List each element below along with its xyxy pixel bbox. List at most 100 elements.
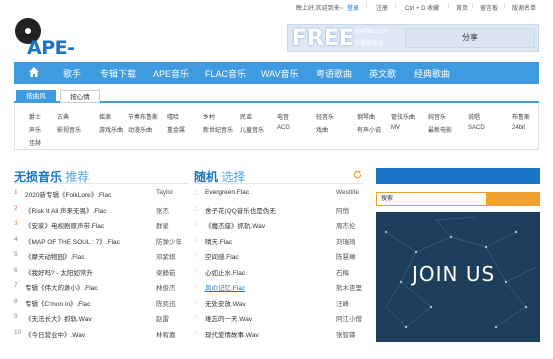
genre-tag[interactable]: 纯音乐 xyxy=(428,112,446,121)
album-title[interactable]: 《摩天动物园》.Flac xyxy=(25,251,85,261)
nav-item-cantonese[interactable]: 粤语歌曲 xyxy=(316,67,352,80)
list-item[interactable]: 4 《MAP OF THE SOUL : 7》.Flac 防弹少年 xyxy=(14,236,189,250)
nav-item-singers[interactable]: 歌手 xyxy=(63,67,81,80)
list-item[interactable]: ∴ 《魔杰座》抓轨.Wav 周杰伦 xyxy=(194,220,369,234)
genre-tag[interactable]: 民谣 xyxy=(240,112,252,121)
album-title[interactable]: 2020新专辑《FolkLore》.Flac xyxy=(25,189,111,199)
song-title[interactable]: 空间感.Flac xyxy=(205,251,239,261)
nav-item-album-download[interactable]: 专辑下载 xyxy=(100,67,136,80)
song-title[interactable]: 《魔杰座》抓轨.Wav xyxy=(205,220,265,230)
genre-tag[interactable]: 嘻哈 xyxy=(167,112,179,121)
genre-tag[interactable]: 儿童音乐 xyxy=(240,125,264,134)
genre-tag[interactable]: 有声小说 xyxy=(357,125,381,134)
genre-tag[interactable]: 管弦乐曲 xyxy=(391,112,415,121)
list-item[interactable]: ∴ 舍子花(QQ音乐也是伪无 阿悄 xyxy=(194,205,369,219)
song-title[interactable]: 心如止水.Flac xyxy=(205,267,245,277)
list-item[interactable]: ∴ 现代爱情故事.Wav 张智霖 xyxy=(194,329,369,343)
genre-tag[interactable]: 新世纪音乐 xyxy=(203,125,233,134)
list-item[interactable]: 3 《安家》电视剧原声带.Flac 群星 xyxy=(14,220,189,234)
genre-tag[interactable]: 爵士 xyxy=(29,112,41,121)
list-item[interactable]: 2 《Risk It All 声来无畏》.Flac 张杰 xyxy=(14,205,189,219)
genre-tag[interactable]: 摇滚 xyxy=(99,112,111,121)
nav-item-flac[interactable]: FLAC音乐 xyxy=(205,67,246,80)
nav-item-wav[interactable]: WAV音乐 xyxy=(261,67,299,80)
artist-name[interactable]: 石梅 xyxy=(336,267,349,277)
list-item[interactable]: 5 《摩天动物园》.Flac 邓紫棋 xyxy=(14,251,189,265)
artist-name[interactable]: 群星 xyxy=(156,220,169,230)
album-title[interactable]: 《Risk It All 声来无畏》.Flac xyxy=(25,205,107,215)
list-item[interactable]: ∴ 难忘的一天.Wav 阿江小僧 xyxy=(194,313,369,327)
genre-tag[interactable]: 说唱 xyxy=(468,112,480,121)
album-title[interactable]: 专辑《伟大的渺小》.Flac xyxy=(25,282,98,292)
album-title[interactable]: 专辑《C'mon in》.Flac xyxy=(25,298,91,308)
artist-name[interactable]: 张智霖 xyxy=(336,329,356,339)
genre-tag[interactable]: 24bit xyxy=(512,125,525,131)
refresh-icon[interactable] xyxy=(353,170,362,179)
nav-item-ape[interactable]: APE音乐 xyxy=(153,67,189,80)
album-title[interactable]: 《安家》电视剧原声带.Flac xyxy=(25,220,104,230)
song-title[interactable]: 风の记忆.Flac xyxy=(205,282,245,292)
genre-tag[interactable]: MV xyxy=(391,125,400,131)
ban-list-link[interactable]: 版谢名单 xyxy=(512,3,536,12)
genre-tag[interactable]: 电音 xyxy=(277,112,289,121)
genre-tag[interactable]: 戏曲 xyxy=(316,125,328,134)
join-us-banner[interactable]: JOIN US xyxy=(376,212,540,342)
genre-tag[interactable]: 布鲁斯 xyxy=(512,112,530,121)
album-title[interactable]: 《今日营业中》.Wav xyxy=(25,329,85,339)
artist-name[interactable]: 张杰 xyxy=(156,205,169,215)
album-title[interactable]: 《我好吗? - 太阳如常升 xyxy=(25,267,93,277)
home-icon[interactable] xyxy=(28,66,40,78)
song-title[interactable]: 舍子花(QQ音乐也是伪无 xyxy=(205,205,276,215)
login-link[interactable]: 登录 xyxy=(347,3,359,12)
artist-name[interactable]: 梁静茹 xyxy=(156,267,176,277)
genre-tag[interactable]: 声乐 xyxy=(29,125,41,134)
list-item[interactable]: 10 《今日营业中》.Wav 林宥嘉 xyxy=(14,329,189,343)
genre-tag[interactable]: 动漫乐曲 xyxy=(128,125,152,134)
song-title[interactable]: Evergreen.Flac xyxy=(205,189,249,196)
artist-name[interactable]: 熊木杏里 xyxy=(336,282,362,292)
genre-tag[interactable]: SACD xyxy=(468,125,485,131)
genre-tag[interactable]: 节奏布鲁斯 xyxy=(128,112,158,121)
genre-tag[interactable]: 轻音乐 xyxy=(316,112,334,121)
tab-by-genre[interactable]: 按曲风 xyxy=(16,90,56,103)
tab-by-mood[interactable]: 按心情 xyxy=(60,90,100,103)
genre-tag[interactable]: 佳赫 xyxy=(29,138,41,147)
song-title[interactable]: 难忘的一天.Wav xyxy=(205,313,252,323)
artist-name[interactable]: 陈慧琳 xyxy=(336,251,356,261)
song-title[interactable]: 晴天.Flac xyxy=(205,236,232,246)
album-title[interactable]: 《MAP OF THE SOUL : 7》.Flac xyxy=(25,236,120,246)
genre-tag[interactable]: 乡村 xyxy=(203,112,215,121)
list-item[interactable]: ∴ 心如止水.Flac 石梅 xyxy=(194,267,369,281)
nav-item-english[interactable]: 英文歌 xyxy=(369,67,396,80)
album-title[interactable]: 《无法长大》抓轨.Wav xyxy=(25,313,92,323)
artist-name[interactable]: 阿悄 xyxy=(336,205,349,215)
artist-name[interactable]: 林俊杰 xyxy=(156,282,176,292)
list-item[interactable]: ∴ 空间感.Flac 陈慧琳 xyxy=(194,251,369,265)
bookmark-link[interactable]: Ctrl + D 收藏 xyxy=(405,3,439,12)
list-item[interactable]: ∴ Evergreen.Flac Westlife xyxy=(194,189,369,203)
artist-name[interactable]: 刘瑞琦 xyxy=(336,236,356,246)
genre-tag[interactable]: 影视音乐 xyxy=(57,125,81,134)
share-button[interactable]: 分享 xyxy=(405,28,535,48)
artist-name[interactable]: 林宥嘉 xyxy=(156,329,176,339)
list-item[interactable]: 8 专辑《C'mon in》.Flac 陈奕迅 xyxy=(14,298,189,312)
genre-tag[interactable]: 重金属 xyxy=(167,125,185,134)
home-link[interactable]: 首页 xyxy=(456,3,468,12)
search-button[interactable] xyxy=(486,192,540,206)
artist-name[interactable]: Westlife xyxy=(336,189,359,196)
artist-name[interactable]: 陈奕迅 xyxy=(156,298,176,308)
genre-tag[interactable]: ACG xyxy=(277,125,290,131)
list-item[interactable]: ∴ 晴天.Flac 刘瑞琦 xyxy=(194,236,369,250)
list-item[interactable]: 1 2020新专辑《FolkLore》.Flac Taylor xyxy=(14,189,189,203)
nav-item-classics[interactable]: 经典歌曲 xyxy=(414,67,450,80)
artist-name[interactable]: 赵雷 xyxy=(156,313,169,323)
genre-tag[interactable]: 最新电影 xyxy=(428,125,452,134)
song-title[interactable]: 现代爱情故事.Wav xyxy=(205,329,259,339)
artist-name[interactable]: 邓紫棋 xyxy=(156,251,176,261)
artist-name[interactable]: 防弹少年 xyxy=(156,236,182,246)
artist-name[interactable]: 阿江小僧 xyxy=(336,313,362,323)
artist-name[interactable]: Taylor xyxy=(156,189,173,196)
list-item[interactable]: 7 专辑《伟大的渺小》.Flac 林俊杰 xyxy=(14,282,189,296)
artist-name[interactable]: 汪峰 xyxy=(336,298,349,308)
list-item[interactable]: ∴ 无处安放.Wav 汪峰 xyxy=(194,298,369,312)
